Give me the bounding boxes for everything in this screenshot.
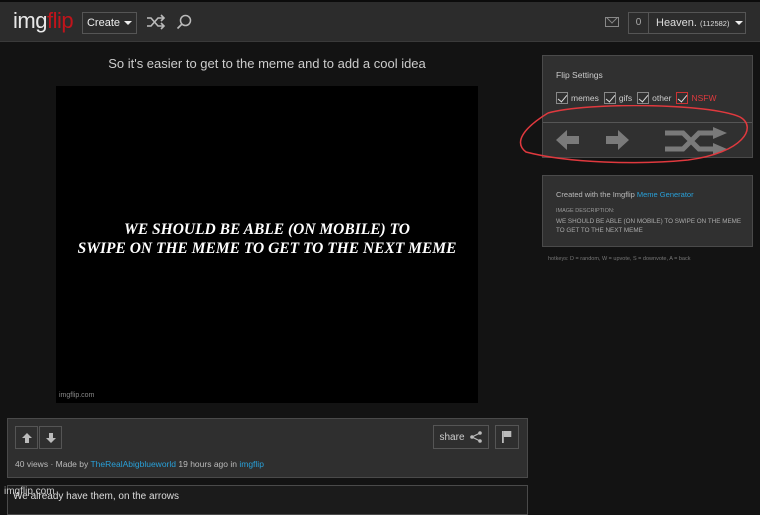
username: Heaven. xyxy=(656,17,697,29)
share-icon xyxy=(469,431,482,443)
comment-input[interactable]: We already have them, on the arrows xyxy=(7,485,528,515)
checkbox-gifs[interactable]: gifs xyxy=(603,92,632,104)
flag-icon xyxy=(502,431,512,443)
meme-caption: WE SHOULD BE ABLE (ON MOBILE) TO SWIPE O… xyxy=(77,221,457,257)
shuffle-icon xyxy=(147,14,166,30)
create-dropdown-button[interactable]: Create xyxy=(82,12,137,34)
checkbox-icon[interactable] xyxy=(676,92,689,104)
shuffle-icon xyxy=(665,127,727,155)
random-meme-button[interactable] xyxy=(663,127,731,162)
post-title: So it's easier to get to the meme and to… xyxy=(108,56,426,71)
downvote-button[interactable] xyxy=(39,426,62,449)
user-menu[interactable]: 0 Heaven. (112582) xyxy=(628,12,746,34)
checkbox-icon[interactable] xyxy=(556,92,568,104)
meme-image[interactable]: WE SHOULD BE ABLE (ON MOBILE) TO SWIPE O… xyxy=(56,86,478,403)
flip-settings-panel: Flip Settings memes gifs other NSFW xyxy=(542,55,753,158)
search-button[interactable] xyxy=(176,14,192,35)
image-description: WE SHOULD BE ABLE (ON MOBILE) TO SWIPE O… xyxy=(556,218,742,234)
arrow-left-icon xyxy=(556,130,579,150)
checkbox-nsfw[interactable]: NSFW xyxy=(676,92,717,104)
checkbox-other[interactable]: other xyxy=(637,92,671,104)
arrow-down-icon xyxy=(45,432,56,443)
chevron-down-icon xyxy=(124,21,133,25)
checkbox-icon[interactable] xyxy=(603,92,616,104)
author-link[interactable]: TheRealAbigblueworld xyxy=(90,459,176,469)
meme-watermark: imgflip.com xyxy=(59,392,95,399)
stream-link[interactable]: imgflip xyxy=(239,459,264,469)
upvote-button[interactable] xyxy=(15,426,38,449)
flip-filter-checkboxes: memes gifs other NSFW xyxy=(556,92,717,104)
flip-settings-title: Flip Settings xyxy=(556,70,603,80)
notification-count[interactable]: 0 xyxy=(629,13,649,33)
random-shuffle-button[interactable] xyxy=(146,14,166,35)
search-icon xyxy=(176,14,192,30)
meme-generator-link[interactable]: Meme Generator xyxy=(637,190,694,199)
post-meta: 40 views · Made by TheRealAbigblueworld … xyxy=(15,459,264,469)
chevron-down-icon xyxy=(735,21,744,25)
checkbox-memes[interactable]: memes xyxy=(556,92,599,104)
screenshot-watermark: imgflip.com xyxy=(4,486,55,497)
hotkeys-hint: hotkeys: D = random, W = upvote, S = dow… xyxy=(548,256,691,262)
checkbox-icon[interactable] xyxy=(637,92,650,104)
user-points: (112582) xyxy=(699,18,730,28)
share-button[interactable]: share xyxy=(433,425,489,449)
next-meme-button[interactable] xyxy=(604,127,630,158)
mail-icon[interactable] xyxy=(605,17,619,27)
created-with-text: Created with the Imgflip Meme Generator xyxy=(556,190,694,199)
imgflip-logo[interactable]: imgflip xyxy=(13,8,74,34)
flag-button[interactable] xyxy=(495,425,519,449)
image-description-label: IMAGE DESCRIPTION: xyxy=(556,208,615,214)
top-navbar: imgflip Create 0 Heaven. (112582) xyxy=(0,0,760,42)
arrow-right-icon xyxy=(606,130,629,150)
previous-meme-button[interactable] xyxy=(555,127,581,158)
arrow-up-icon xyxy=(21,432,32,443)
post-actions-bar: share 40 views · Made by TheRealAbigblue… xyxy=(7,418,528,478)
flip-navigation xyxy=(543,122,752,158)
meme-info-panel: Created with the Imgflip Meme Generator … xyxy=(542,175,753,247)
